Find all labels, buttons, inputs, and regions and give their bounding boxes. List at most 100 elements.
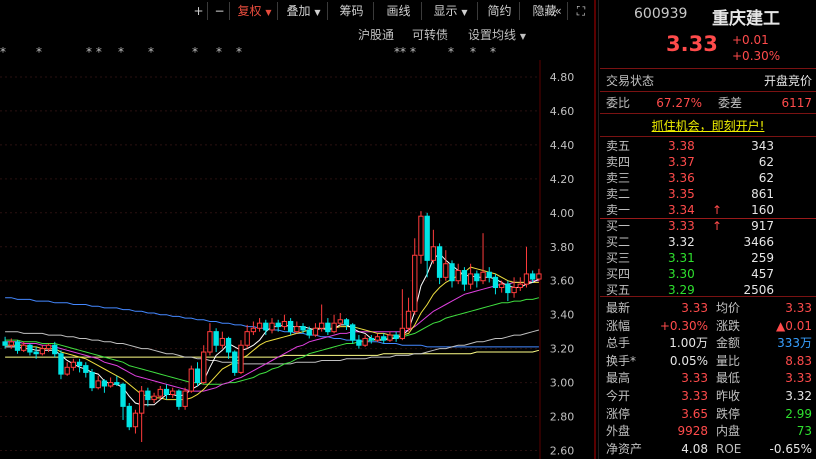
- candle-body: [306, 329, 312, 336]
- event-marker[interactable]: *: [192, 45, 198, 59]
- stat-value: 3.33: [785, 371, 812, 386]
- event-marker[interactable]: *: [448, 45, 454, 59]
- buy-price: 3.30: [668, 267, 695, 281]
- event-marker[interactable]: *: [0, 45, 6, 59]
- diejia-label: 叠加: [286, 4, 311, 18]
- zoom-out-button[interactable]: −: [210, 2, 230, 20]
- sell-row[interactable]: 卖五 3.38 343: [606, 138, 812, 155]
- event-marker[interactable]: *: [410, 45, 416, 59]
- candle-body: [393, 334, 399, 339]
- kline-panel: + − 复权 ▼ 叠加 ▼ 筹码 画线 显示 ▼ 简约 隐藏 « ⛶ 沪股通 可…: [0, 0, 594, 459]
- buy-row[interactable]: 买四 3.30 457: [606, 266, 812, 283]
- sell-row[interactable]: 卖四 3.37 62: [606, 154, 812, 171]
- candle-body: [368, 337, 374, 341]
- stat-value: 3.32: [785, 389, 812, 403]
- stat-label: 涨幅: [606, 318, 631, 333]
- candle-body: [101, 380, 108, 387]
- stat-label: 最低: [716, 371, 741, 386]
- sell-row[interactable]: 卖二 3.35 861: [606, 186, 812, 203]
- expand-icon[interactable]: ⛶: [570, 2, 592, 20]
- event-marker[interactable]: * *: [86, 45, 102, 59]
- candle-body: [132, 412, 139, 428]
- y-tick-label: 4.40: [550, 139, 575, 152]
- jianyue-button[interactable]: 简约: [480, 2, 520, 20]
- buy-row[interactable]: 买二 3.32 3466: [606, 234, 812, 251]
- stats-row: 最新 3.33 均价 3.33: [606, 299, 812, 317]
- stat-value: 73: [796, 424, 812, 439]
- diejia-button[interactable]: 叠加 ▼: [280, 2, 328, 20]
- fuquan-button[interactable]: 复权 ▼: [232, 2, 278, 20]
- buy-price: 3.33: [668, 219, 695, 233]
- y-tick-label: 4.00: [550, 207, 575, 220]
- stat-label: 跌停: [716, 406, 741, 421]
- event-marker[interactable]: *: [36, 45, 42, 59]
- xianshi-button[interactable]: 显示 ▼: [424, 2, 478, 20]
- status-row: 交易状态 开盘竞价: [606, 72, 812, 90]
- sell-price: 3.37: [668, 155, 695, 169]
- candle-body: [498, 283, 505, 289]
- candle-body: [76, 361, 83, 367]
- kzz-link[interactable]: 可转债: [412, 26, 448, 43]
- sell-volume: 62: [758, 171, 774, 185]
- chart-toolbar: + − 复权 ▼ 叠加 ▼ 筹码 画线 显示 ▼ 简约 隐藏 « ⛶: [0, 0, 594, 24]
- candle-body: [114, 382, 120, 385]
- stat-label: 内盘: [716, 424, 741, 439]
- stat-value: 2.99: [785, 406, 812, 421]
- stat-label: 最新: [606, 301, 631, 315]
- candle-body: [250, 327, 257, 333]
- candle-body: [138, 390, 145, 414]
- candle-body: [418, 215, 424, 256]
- stats-row: 换手* 0.05% 量比 8.83: [606, 352, 812, 370]
- event-marker[interactable]: *: [148, 45, 154, 59]
- candle-body: [294, 326, 300, 333]
- sell-row[interactable]: 卖一 3.34 ↑ 160: [606, 202, 812, 219]
- sell-price: 3.36: [668, 171, 695, 185]
- candle-body: [58, 353, 64, 375]
- price-change: +0.01 +0.30%: [732, 32, 780, 64]
- buy-level-label: 买一: [606, 219, 631, 233]
- divider-line: [600, 136, 816, 137]
- event-marker[interactable]: *: [118, 45, 124, 59]
- candle-body: [2, 341, 8, 346]
- candle-body: [300, 326, 306, 331]
- ma20-line: [5, 280, 539, 392]
- buy-row[interactable]: 买一 3.33 ↑ 917: [606, 218, 812, 235]
- candle-body: [176, 390, 182, 407]
- candle-body: [256, 322, 263, 329]
- event-marker[interactable]: *: [470, 45, 476, 59]
- ma-settings-button[interactable]: 设置均线 ▼: [468, 26, 526, 43]
- stat-value: 3.33: [681, 371, 708, 386]
- stat-value: ▲0.01: [776, 318, 812, 333]
- stat-label: 最高: [606, 371, 631, 386]
- candle-body: [492, 276, 499, 289]
- buy-row[interactable]: 买三 3.31 259: [606, 250, 812, 267]
- divider-line: [600, 113, 816, 114]
- candle-body: [89, 371, 95, 389]
- sell-row[interactable]: 卖三 3.36 62: [606, 170, 812, 187]
- double-arrow-icon[interactable]: «: [548, 2, 568, 20]
- buy-price: 3.32: [668, 235, 695, 249]
- candle-body: [430, 246, 437, 261]
- hgt-link[interactable]: 沪股通: [358, 26, 394, 43]
- huaxian-button[interactable]: 画线: [376, 2, 422, 20]
- candle-body: [52, 344, 58, 355]
- chouma-button[interactable]: 筹码: [330, 2, 374, 20]
- event-marker[interactable]: *: [490, 45, 496, 59]
- event-marker[interactable]: **: [394, 45, 406, 59]
- buy-volume: 3466: [743, 235, 774, 249]
- candle-body: [244, 331, 250, 346]
- stat-label: 量比: [716, 353, 741, 368]
- up-arrow-icon: ↑: [712, 203, 723, 217]
- buy-level-label: 买三: [606, 251, 631, 265]
- candlestick-chart[interactable]: 4.80 4.60 4.40 4.20 4.00 3.80 3.60 3.40 3.20 3.00…: [0, 60, 594, 459]
- weicha-label: 委差: [718, 96, 743, 110]
- candle-body: [318, 322, 325, 329]
- candle-body: [201, 351, 207, 384]
- sell-level-label: 卖三: [606, 171, 631, 185]
- open-account-link[interactable]: 抓住机会，即刻开户!: [600, 117, 816, 134]
- event-marker[interactable]: *: [216, 45, 222, 59]
- candle-body: [281, 320, 288, 328]
- event-marker[interactable]: *: [236, 45, 242, 59]
- stat-label: 总手: [606, 336, 631, 351]
- zoom-in-button[interactable]: +: [190, 2, 208, 20]
